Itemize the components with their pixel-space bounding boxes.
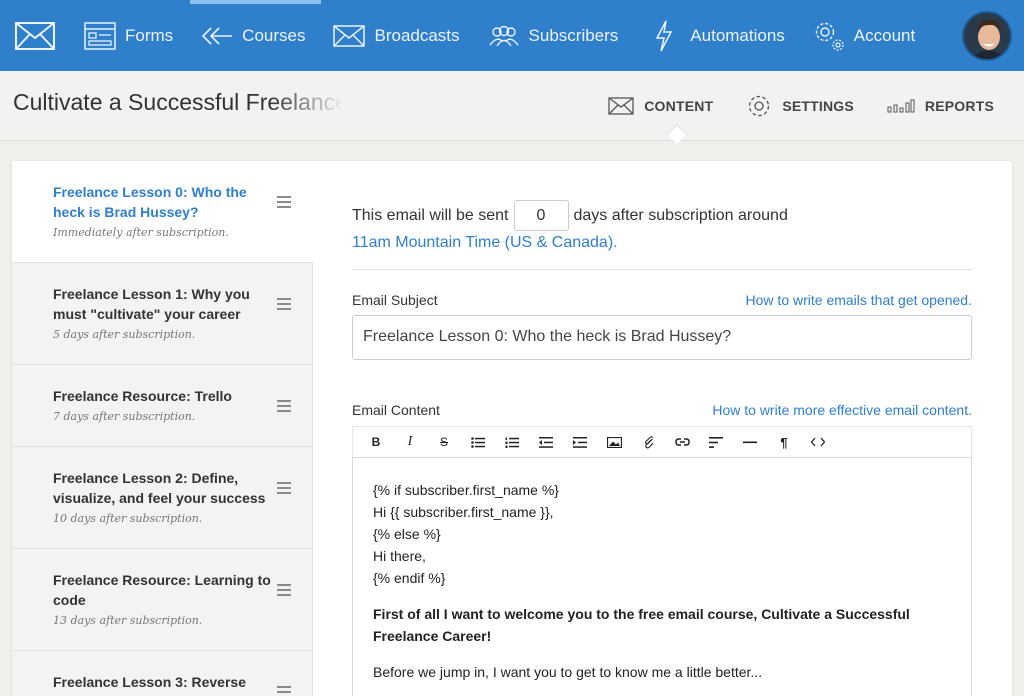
horizontal-rule-icon[interactable] [733,427,767,457]
editor-toolbar: B I S ¶ [352,426,972,458]
italic-button[interactable]: I [393,427,427,457]
list-item[interactable]: Freelance Lesson 0: Who the heck is Brad… [12,161,313,263]
forms-icon [84,21,116,50]
email-sequence-list: Freelance Lesson 0: Who the heck is Brad… [12,161,313,696]
list-item[interactable]: Freelance Resource: Trello 7 days after … [12,365,313,447]
email-title: Freelance Lesson 2: Define, visualize, a… [53,470,266,506]
nav-label: Automations [690,25,785,45]
nav-label: Subscribers [528,25,619,45]
content-help-link[interactable]: How to write more effective email conten… [712,402,972,418]
content-label: Email Content [352,402,440,418]
automations-icon [656,20,673,51]
drag-handle-icon[interactable] [277,298,291,310]
strikethrough-button[interactable]: S [427,427,461,457]
indent-icon[interactable] [563,427,597,457]
subject-help-link[interactable]: How to write emails that get opened. [746,292,972,308]
email-body-editor[interactable]: {% if subscriber.first_name %} Hi {{ sub… [352,458,972,696]
nav-forms[interactable]: Forms [70,0,187,71]
gear-icon [749,95,770,117]
bulleted-list-icon[interactable] [461,427,495,457]
avatar[interactable] [962,11,1012,61]
nav-subscribers[interactable]: Subscribers [474,0,633,71]
nav-label: Courses [242,25,306,45]
tab-settings[interactable]: SETTINGS [746,93,854,119]
numbered-list-icon[interactable] [495,427,529,457]
email-schedule: 13 days after subscription. [53,614,203,627]
email-title: Freelance Lesson 1: Why you must "cultiv… [53,286,250,322]
list-item[interactable]: Freelance Lesson 3: Reverse [12,651,313,696]
email-schedule: 5 days after subscription. [53,328,196,341]
nav-account[interactable]: Account [799,0,929,71]
drag-handle-icon[interactable] [277,400,291,412]
template-line: Hi there, [373,548,426,564]
drag-handle-icon[interactable] [277,482,291,494]
account-gear-icon [815,22,844,51]
email-schedule: 10 days after subscription. [53,512,203,525]
nav-label: Broadcasts [374,25,460,45]
email-schedule: Immediately after subscription. [53,226,229,239]
section-tabs: CONTENT SETTINGS REPORTS [575,71,994,141]
email-title: Freelance Lesson 0: Who the heck is Brad… [53,184,247,220]
nav-broadcasts[interactable]: Broadcasts [319,0,473,71]
tab-label: SETTINGS [782,98,854,114]
email-schedule: 7 days after subscription. [53,410,196,423]
drag-handle-icon[interactable] [277,196,291,208]
paragraph-icon[interactable]: ¶ [767,427,801,457]
divider [352,269,972,270]
email-title: Freelance Resource: Trello [53,388,232,404]
link-icon[interactable] [665,427,699,457]
outdent-icon[interactable] [529,427,563,457]
logo-envelope-icon[interactable] [0,0,70,71]
attachment-icon[interactable] [631,427,665,457]
code-icon[interactable] [801,427,835,457]
email-title: Freelance Resource: Learning to code [53,572,271,608]
drag-handle-icon[interactable] [277,686,291,696]
days-input[interactable]: 0 [513,200,569,231]
bar-chart-icon [887,99,915,113]
active-nav-indicator [190,0,321,4]
send-schedule: This email will be sent 0 days after sub… [352,200,788,231]
subject-input[interactable]: Freelance Lesson 0: Who the heck is Brad… [352,315,972,360]
image-icon[interactable] [597,427,631,457]
template-line: Hi {{ subscriber.first_name }}, [373,504,554,520]
align-icon[interactable] [699,427,733,457]
drag-handle-icon[interactable] [277,584,291,596]
top-navigation: Forms Courses Broadcasts Subscribers Aut… [0,0,1024,71]
template-line: {% if subscriber.first_name %} [373,482,559,498]
broadcasts-icon [333,24,366,47]
tab-label: REPORTS [924,98,994,114]
intro-paragraph: Before we jump in, I want you to get to … [373,664,763,680]
course-editor-card: Freelance Lesson 0: Who the heck is Brad… [12,161,1012,696]
title-bar: Cultivate a Successful Freelance Career … [0,71,1024,141]
nav-courses[interactable]: Courses [187,0,319,71]
template-line: {% else %} [373,526,441,542]
tab-reports[interactable]: REPORTS [887,98,994,114]
nav-automations[interactable]: Automations [632,0,799,71]
welcome-paragraph: First of all I want to welcome you to th… [373,606,910,644]
send-prefix: This email will be sent [352,206,509,224]
subject-label: Email Subject [352,292,438,308]
nav-label: Account [853,25,916,45]
subscribers-icon [488,25,519,46]
courses-icon [202,26,233,45]
email-title: Freelance Lesson 3: Reverse [53,674,246,690]
template-line: {% endif %} [373,570,446,586]
send-time-link[interactable]: 11am Mountain Time (US & Canada). [352,234,618,252]
list-item[interactable]: Freelance Lesson 2: Define, visualize, a… [12,447,313,549]
envelope-icon [608,97,634,115]
list-item[interactable]: Freelance Resource: Learning to code 13 … [12,549,313,651]
list-item[interactable]: Freelance Lesson 1: Why you must "cultiv… [12,263,313,365]
bold-button[interactable]: B [359,427,393,457]
tab-label: CONTENT [644,98,714,114]
nav-label: Forms [125,25,174,45]
tab-content[interactable]: CONTENT [608,97,713,115]
send-suffix: days after subscription around [573,206,788,224]
title-fade [270,85,344,125]
